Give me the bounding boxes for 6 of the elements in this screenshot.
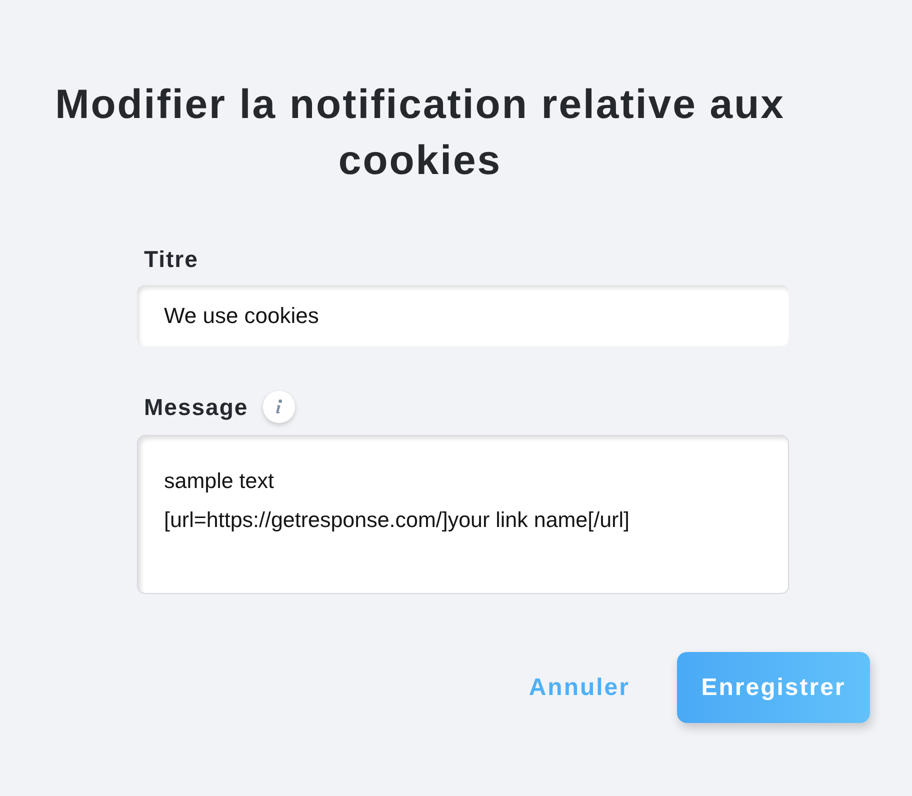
message-label: Message bbox=[144, 393, 248, 421]
title-input[interactable]: We use cookies bbox=[137, 285, 789, 346]
page-title: Modifier la notification relative aux cookies bbox=[54, 80, 786, 185]
message-textarea[interactable]: sample text [url=https://getresponse.com/]your link name[/url] bbox=[137, 435, 789, 594]
title-label: Titre bbox=[144, 245, 198, 273]
info-icon[interactable] bbox=[263, 391, 296, 423]
